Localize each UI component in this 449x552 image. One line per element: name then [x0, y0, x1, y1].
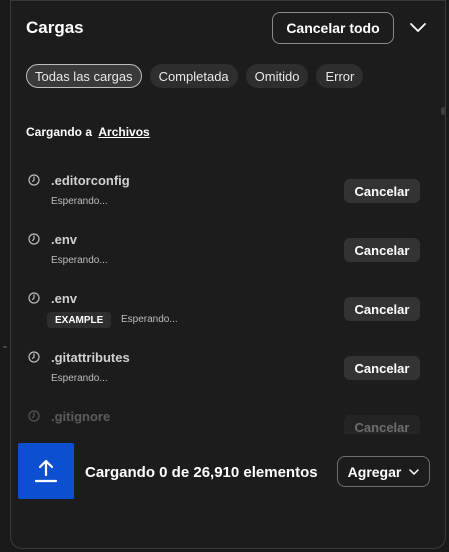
upload-status: Esperando...: [51, 373, 108, 384]
scrollbar-thumb[interactable]: [441, 107, 445, 115]
chevron-down-icon: [409, 468, 420, 475]
destination-prefix: Cargando a: [26, 125, 93, 139]
uploads-panel: Cargas Cancelar todo Todas las cargas Co…: [10, 0, 446, 549]
upload-progress-icon-box: [18, 443, 74, 499]
upload-row: .gitignore Cancelar: [11, 402, 445, 434]
filter-completed[interactable]: Completada: [149, 64, 238, 88]
upload-row: .gitattributes Esperando... Cancelar: [11, 343, 445, 402]
upload-row: .editorconfig Esperando... Cancelar: [11, 166, 445, 225]
upload-row: .env EXAMPLE Esperando... Cancelar: [11, 284, 445, 343]
upload-status: Esperando...: [121, 314, 178, 325]
filter-all-uploads[interactable]: Todas las cargas: [26, 64, 142, 88]
upload-status: Esperando...: [51, 255, 108, 266]
add-button-label: Agregar: [347, 463, 402, 480]
filter-chips: Todas las cargas Completada Omitido Erro…: [26, 64, 364, 88]
collapse-button[interactable]: [407, 17, 429, 39]
cancel-upload-button[interactable]: Cancelar: [344, 179, 420, 203]
upload-row: .env Esperando... Cancelar: [11, 225, 445, 284]
add-button[interactable]: Agregar: [337, 456, 430, 487]
upload-list: .editorconfig Esperando... Cancelar .env…: [11, 166, 445, 434]
cancel-upload-button[interactable]: Cancelar: [344, 415, 420, 434]
cancel-all-button[interactable]: Cancelar todo: [272, 12, 394, 44]
filter-skipped[interactable]: Omitido: [245, 64, 309, 88]
file-name: .gitignore: [51, 409, 111, 424]
cancel-upload-button[interactable]: Cancelar: [344, 356, 420, 380]
panel-header: Cargas Cancelar todo: [11, 1, 445, 57]
file-tag-badge: EXAMPLE: [47, 312, 112, 328]
filter-error[interactable]: Error: [316, 64, 364, 88]
cancel-upload-button[interactable]: Cancelar: [344, 238, 420, 262]
clock-icon: [28, 174, 40, 186]
panel-title: Cargas: [26, 18, 84, 37]
upload-status: Esperando...: [51, 196, 108, 207]
file-name: .editorconfig: [51, 173, 130, 188]
clock-icon: [28, 410, 40, 422]
upload-progress-text: Cargando 0 de 26,910 elementos: [85, 464, 318, 481]
cancel-upload-button[interactable]: Cancelar: [344, 297, 420, 321]
clock-icon: [28, 351, 40, 363]
resize-handle[interactable]: [3, 346, 7, 348]
file-name: .env: [51, 291, 78, 306]
chevron-down-icon: [410, 23, 426, 32]
clock-icon: [28, 233, 40, 245]
destination-line: Cargando a Archivos: [26, 125, 150, 139]
destination-folder-link[interactable]: Archivos: [98, 125, 149, 139]
clock-icon: [28, 292, 40, 304]
upload-arrow-icon: [34, 459, 58, 483]
upload-footer: Cargando 0 de 26,910 elementos Agregar: [11, 437, 445, 507]
file-name: .gitattributes: [51, 350, 130, 365]
file-name: .env: [51, 232, 78, 247]
